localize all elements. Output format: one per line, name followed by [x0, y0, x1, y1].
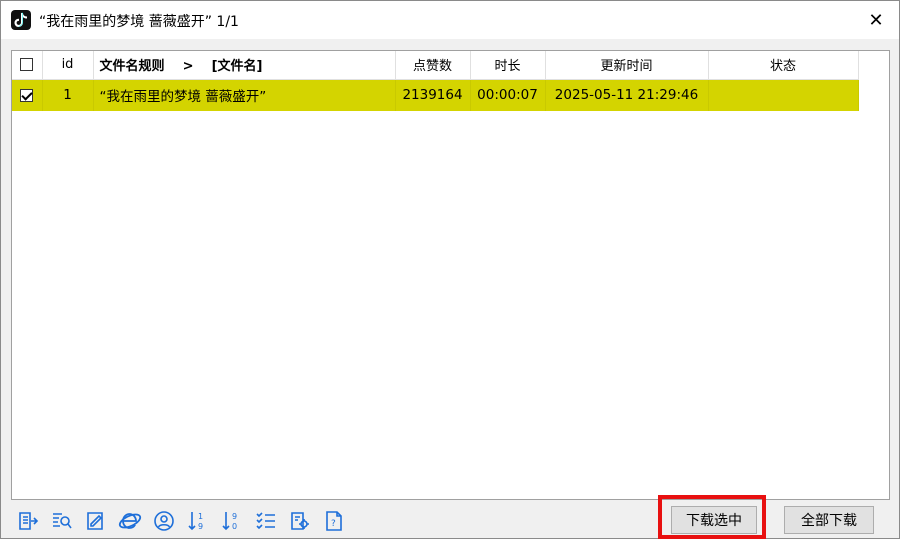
title-bar: “我在雨里的梦境 蔷薇盛开” 1/1 ✕	[1, 1, 899, 39]
select-all-header[interactable]	[12, 51, 43, 80]
tool-icon-group: 19 90 ?	[15, 509, 347, 533]
tiktok-icon	[11, 10, 31, 30]
table-header: id 文件名规则 > [文件名] 点赞数 时长 更新时间 状态	[12, 51, 859, 80]
table-row[interactable]: 1 “我在雨里的梦境 蔷薇盛开” 2139164 00:00:07 2025-0…	[12, 79, 859, 111]
row-likes: 2139164	[395, 79, 471, 111]
row-updated: 2025-05-11 21:29:46	[545, 79, 709, 111]
video-table: id 文件名规则 > [文件名] 点赞数 时长 更新时间 状态 1 “我在雨里的…	[12, 51, 859, 111]
svg-text:9: 9	[198, 522, 203, 531]
list-icon[interactable]	[253, 509, 279, 533]
row-checkbox[interactable]	[20, 88, 34, 102]
column-header-duration[interactable]: 时长	[470, 51, 546, 80]
edit-icon[interactable]	[83, 509, 109, 533]
svg-text:?: ?	[331, 519, 336, 529]
search-list-icon[interactable]	[49, 509, 75, 533]
row-status	[708, 79, 859, 111]
browser-icon[interactable]	[117, 509, 143, 533]
help-icon[interactable]: ?	[321, 509, 347, 533]
column-header-filename[interactable]: 文件名规则 > [文件名]	[93, 51, 396, 80]
svg-text:1: 1	[198, 512, 203, 521]
window-title: “我在雨里的梦境 蔷薇盛开” 1/1	[39, 14, 239, 30]
sort-descending-icon[interactable]: 90	[219, 509, 245, 533]
settings-icon[interactable]	[287, 509, 313, 533]
svg-text:0: 0	[232, 522, 237, 531]
column-header-updated[interactable]: 更新时间	[545, 51, 709, 80]
export-icon[interactable]	[15, 509, 41, 533]
row-duration: 00:00:07	[470, 79, 546, 111]
row-checkbox-cell[interactable]	[12, 79, 43, 111]
row-id: 1	[42, 79, 94, 111]
close-icon: ✕	[868, 9, 884, 31]
select-all-checkbox[interactable]	[20, 58, 34, 72]
sort-ascending-icon[interactable]: 19	[185, 509, 211, 533]
close-button[interactable]: ✕	[853, 1, 899, 39]
user-icon[interactable]	[151, 509, 177, 533]
download-all-button[interactable]: 全部下载	[784, 506, 874, 534]
column-header-status[interactable]: 状态	[708, 51, 859, 80]
row-filename: “我在雨里的梦境 蔷薇盛开”	[93, 79, 396, 111]
highlight-box	[658, 495, 766, 539]
main-window: “我在雨里的梦境 蔷薇盛开” 1/1 ✕ id 文件名规则 > [文件名] 点赞…	[0, 0, 900, 539]
video-list[interactable]: id 文件名规则 > [文件名] 点赞数 时长 更新时间 状态 1 “我在雨里的…	[11, 50, 890, 500]
column-header-id[interactable]: id	[42, 51, 94, 80]
column-header-likes[interactable]: 点赞数	[395, 51, 471, 80]
svg-text:9: 9	[232, 512, 237, 521]
